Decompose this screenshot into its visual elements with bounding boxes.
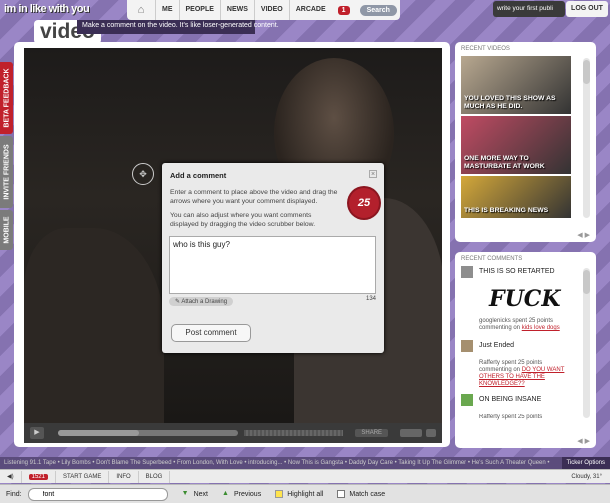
find-input[interactable] <box>27 487 168 501</box>
write-post-input[interactable]: write your first publi <box>493 1 565 17</box>
find-previous-button[interactable]: ▲ Previous <box>222 490 261 498</box>
logo-text: im in like with you <box>4 3 90 15</box>
recent-videos-panel: RECENT VIDEOS YOU LOVED THIS SHOW AS MUC… <box>455 42 596 242</box>
panel-nav-arrows-icon[interactable]: ◀ ▶ <box>577 231 590 239</box>
invite-friends-tab[interactable]: INVITE FRIENDS <box>0 136 13 208</box>
top-nav: ⌂ ME PEOPLE NEWS VIDEO ARCADE 1 Search <box>127 0 400 20</box>
avatar <box>461 266 473 278</box>
avatar <box>461 340 473 352</box>
find-label: Find: <box>6 490 22 498</box>
list-item[interactable]: THIS IS SO RETARTED <box>461 266 590 286</box>
comment-input[interactable]: who is this guy? <box>169 236 376 294</box>
scrollbar[interactable] <box>583 58 590 218</box>
recent-comments-header: RECENT COMMENTS <box>461 256 523 262</box>
info-button[interactable]: INFO <box>109 470 139 483</box>
beta-feedback-tab[interactable]: BETA FEEDBACK <box>0 62 13 134</box>
recent-videos-header: RECENT VIDEOS <box>461 46 510 52</box>
video-person-left <box>24 228 164 423</box>
dialog-instructions-2: You can also adjust where you want comme… <box>170 212 316 228</box>
play-icon[interactable]: ▶ <box>30 427 44 439</box>
nav-arcade[interactable]: ARCADE <box>288 0 332 20</box>
comment-link[interactable]: kids love dogs <box>522 325 560 331</box>
fullscreen-icon[interactable] <box>400 429 423 437</box>
video-thumb[interactable]: YOU LOVED THIS SHOW AS MUCH AS HE DID. <box>461 56 571 114</box>
ticker-options-button[interactable]: Ticker Options <box>561 457 610 469</box>
video-thumb[interactable]: THIS IS BREAKING NEWS <box>461 176 571 218</box>
mobile-tab[interactable]: MOBILE <box>0 210 13 250</box>
blog-button[interactable]: BLOG <box>139 470 171 483</box>
comment-timeline[interactable] <box>243 430 344 436</box>
notification-badge[interactable]: 1 <box>337 5 350 15</box>
highlight-icon <box>275 490 284 498</box>
share-button[interactable]: SHARE <box>355 429 389 437</box>
comment-meta: Rafferty spent 25 points <box>479 414 543 420</box>
dialog-title: Add a comment <box>170 171 227 180</box>
highlight-all-button[interactable]: Highlight all <box>275 490 323 498</box>
weather-status: Cloudy, 31° <box>571 473 602 480</box>
start-game-button[interactable]: START GAME <box>56 470 110 483</box>
list-item[interactable]: Just Ended <box>461 340 590 360</box>
arrow-down-icon: ▼ <box>181 490 189 497</box>
speaker-icon[interactable]: ◀) <box>0 470 22 483</box>
dialog-instructions: Enter a comment to place above the video… <box>170 189 338 205</box>
nav-me[interactable]: ME <box>155 0 179 20</box>
logout-button[interactable]: LOG OUT <box>566 1 608 17</box>
video-thumb[interactable]: ONE MORE WAY TO MASTURBATE AT WORK <box>461 116 571 174</box>
player-controls: ▶ SHARE <box>24 423 442 443</box>
home-icon[interactable]: ⌂ <box>127 4 155 16</box>
checkbox-icon <box>337 490 346 498</box>
points-counter[interactable]: 1521 <box>22 470 56 483</box>
attach-drawing-button[interactable]: ✎ Attach a Drawing <box>169 297 234 306</box>
status-bar: ◀) 1521 START GAME INFO BLOG Cloudy, 31° <box>0 469 610 483</box>
avatar <box>461 394 473 406</box>
comment-meta: Rafferty spent 25 points commenting on D… <box>479 360 565 387</box>
add-comment-dialog: Add a comment × Enter a comment to place… <box>162 163 384 353</box>
post-comment-button[interactable]: Post comment <box>171 324 251 342</box>
video-scrubber[interactable] <box>57 430 238 436</box>
close-icon[interactable]: × <box>369 170 377 178</box>
points-cost-badge: 25 <box>349 188 379 218</box>
scrubber-progress <box>57 430 139 436</box>
tagline: Make a comment on the video. It's like l… <box>77 20 279 34</box>
search-button[interactable]: Search <box>359 4 397 16</box>
nav-video[interactable]: VIDEO <box>253 0 289 20</box>
arrow-up-icon: ▲ <box>221 490 229 497</box>
match-case-checkbox[interactable]: Match case <box>337 490 385 498</box>
char-counter: 134 <box>365 296 376 302</box>
news-ticker[interactable]: Listening 91.1 Tape • Lily Bombs • Don't… <box>0 457 610 469</box>
list-item[interactable]: ON BEING INSANE <box>461 394 590 414</box>
find-next-button[interactable]: ▼ Next <box>182 490 208 498</box>
comment-drawing: FUCK <box>489 286 561 312</box>
comment-position-handle-icon[interactable]: ✥ <box>132 163 154 185</box>
nav-news[interactable]: NEWS <box>219 0 254 20</box>
panel-nav-arrows-icon[interactable]: ◀ ▶ <box>577 437 590 445</box>
find-bar: Find: ▼Next ▲Previous Highlight all Matc… <box>0 484 610 503</box>
nav-people[interactable]: PEOPLE <box>178 0 220 20</box>
recent-comments-panel: RECENT COMMENTS THIS IS SO RETARTED FUCK… <box>455 252 596 448</box>
volume-icon[interactable] <box>426 429 436 437</box>
comment-meta: googlenicks spent 25 points commenting o… <box>479 318 560 331</box>
scrollbar[interactable] <box>583 268 590 418</box>
